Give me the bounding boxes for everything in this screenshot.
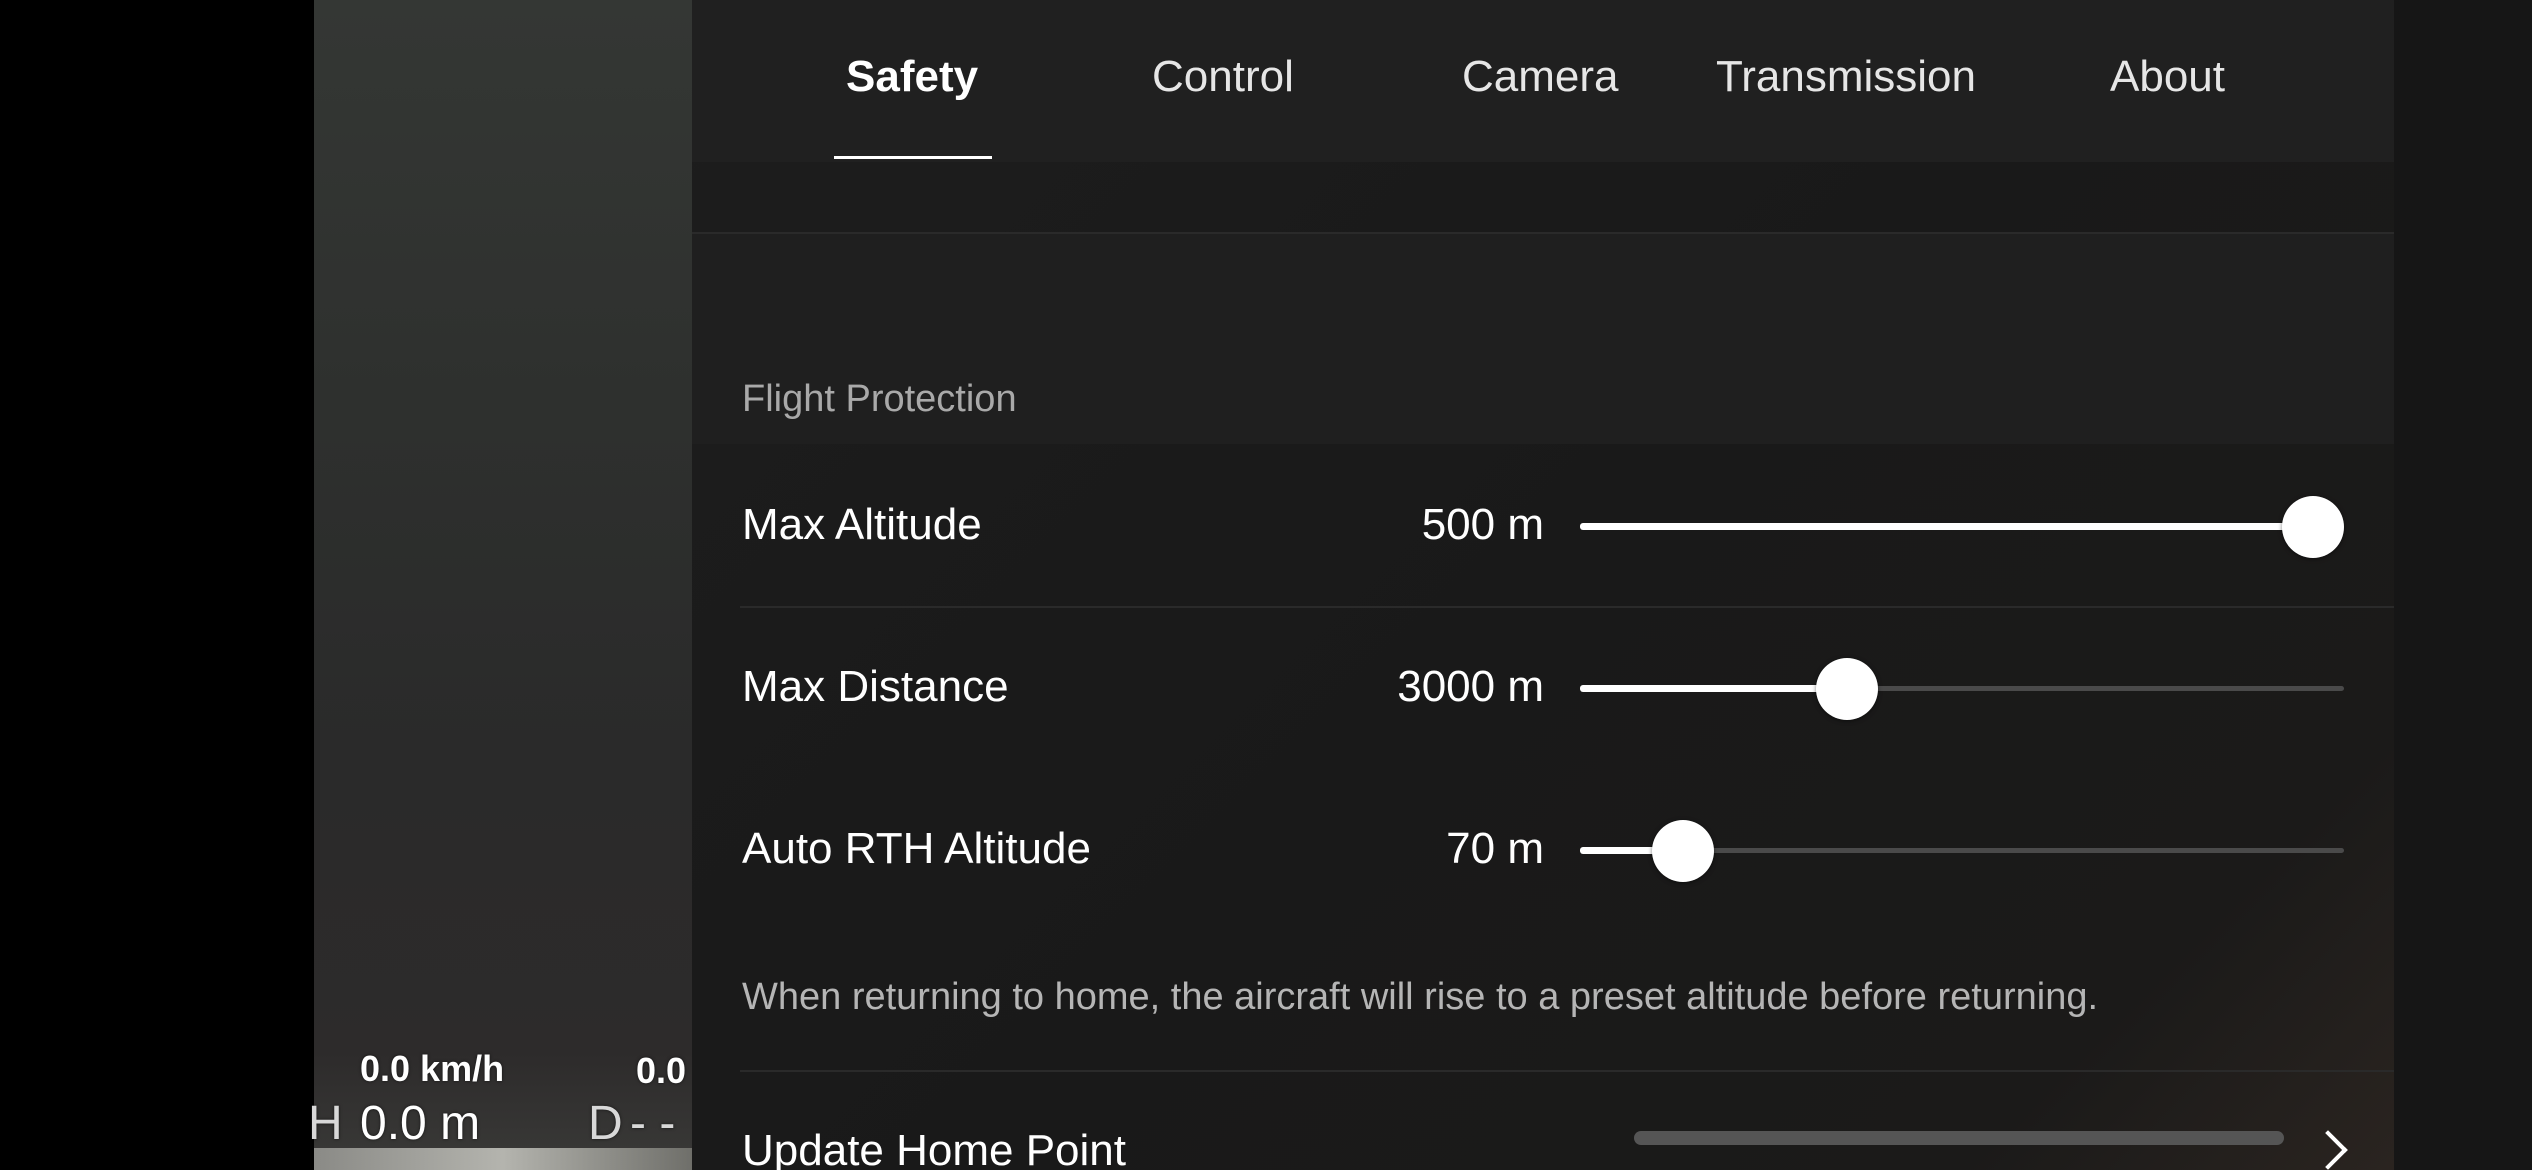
camera-feed xyxy=(314,0,692,1170)
scroll-indicator[interactable] xyxy=(1634,1131,2284,1145)
app-screen: 0.0 km/h 0.0 H 0.0 m D - - Safety Contro… xyxy=(0,0,2532,1170)
row-divider xyxy=(740,606,2394,608)
settings-panel: Safety Control Camera Transmission About… xyxy=(692,0,2394,1170)
hud-vertical-speed: 0.0 xyxy=(636,1050,687,1091)
settings-tabs: Safety Control Camera Transmission About xyxy=(692,0,2394,162)
slider-fill xyxy=(1580,523,2314,530)
hud-height-value: 0.0 m xyxy=(360,1097,481,1150)
section-title: Flight Protection xyxy=(742,378,1017,420)
max-altitude-label: Max Altitude xyxy=(742,500,982,549)
chevron-right-icon xyxy=(2308,1130,2348,1170)
max-altitude-slider[interactable] xyxy=(1580,496,2345,558)
camera-ground xyxy=(314,1148,692,1170)
slider-thumb[interactable] xyxy=(1816,658,1879,720)
hud-distance-prefix: D xyxy=(588,1097,623,1150)
update-home-point-row[interactable]: Update Home Point xyxy=(692,1072,2394,1170)
max-distance-label: Max Distance xyxy=(742,662,1009,711)
max-distance-value: 3000 m xyxy=(1397,662,1544,711)
slider-thumb[interactable] xyxy=(2282,496,2345,558)
rth-hint-text: When returning to home, the aircraft wil… xyxy=(742,976,2099,1018)
hud-height-prefix: H xyxy=(308,1097,343,1150)
auto-rth-altitude-slider[interactable] xyxy=(1580,820,2344,882)
max-altitude-value: 500 m xyxy=(1421,500,1544,549)
auto-rth-altitude-label: Auto RTH Altitude xyxy=(742,824,1091,873)
tab-control[interactable]: Control xyxy=(1152,52,1294,102)
hud-horizontal-speed: 0.0 km/h xyxy=(360,1048,505,1089)
slider-thumb[interactable] xyxy=(1652,820,1715,882)
tab-safety[interactable]: Safety xyxy=(846,52,978,102)
tab-about[interactable]: About xyxy=(2110,52,2225,102)
tab-camera[interactable]: Camera xyxy=(1462,52,1619,102)
max-distance-slider[interactable] xyxy=(1580,658,2344,720)
active-tab-indicator xyxy=(834,156,992,159)
hud-distance-value: - - xyxy=(630,1097,676,1150)
tab-transmission[interactable]: Transmission xyxy=(1716,52,1976,102)
right-margin xyxy=(2394,0,2532,1170)
auto-rth-altitude-value: 70 m xyxy=(1446,824,1544,873)
update-home-point-label: Update Home Point xyxy=(742,1126,1126,1170)
slider-fill xyxy=(1580,685,1848,692)
